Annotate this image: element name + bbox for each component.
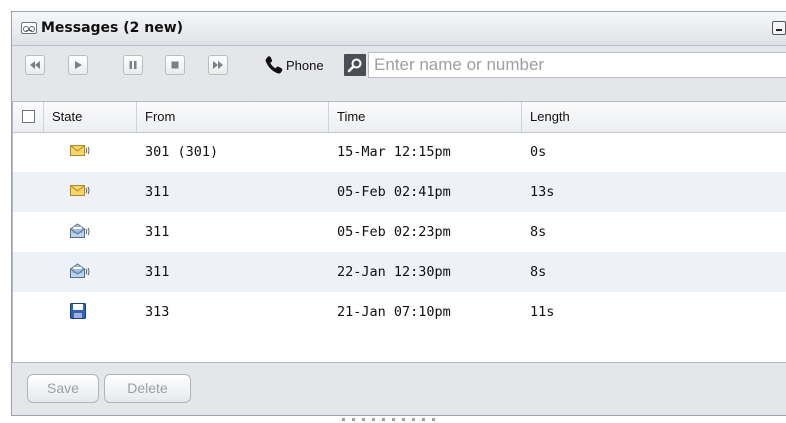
- rewind-button[interactable]: [25, 55, 45, 75]
- rewind-icon: [30, 61, 40, 69]
- time-cell: 22-Jan 12:30pm: [337, 264, 451, 280]
- select-all-column: [13, 102, 44, 132]
- play-icon: [75, 61, 82, 69]
- saved-message-icon: [70, 303, 86, 319]
- search-icon: [347, 58, 362, 73]
- new-message-icon: [70, 185, 90, 196]
- time-cell: 05-Feb 02:23pm: [337, 224, 451, 240]
- fast-forward-icon: [213, 61, 223, 69]
- panel-title: Messages (2 new): [41, 20, 184, 36]
- table-row[interactable]: 313 21-Jan 07:10pm 11s: [13, 292, 786, 332]
- phone-label: Phone: [286, 58, 324, 73]
- voicemail-icon: [21, 22, 37, 34]
- title-bar: Messages (2 new): [12, 12, 786, 46]
- time-cell: 05-Feb 02:41pm: [337, 184, 451, 200]
- search-input[interactable]: [368, 52, 786, 78]
- save-button[interactable]: Save: [27, 374, 99, 403]
- table-row[interactable]: 311 05-Feb 02:23pm 8s: [13, 212, 786, 252]
- new-message-icon: [70, 145, 90, 156]
- from-cell: 313: [145, 304, 170, 320]
- length-cell: 8s: [530, 264, 547, 280]
- length-cell: 0s: [530, 144, 547, 160]
- select-all-checkbox[interactable]: [22, 110, 35, 123]
- from-cell: 311: [145, 264, 170, 280]
- from-cell: 311: [145, 224, 170, 240]
- length-cell: 11s: [530, 304, 555, 320]
- table-row[interactable]: 311 22-Jan 12:30pm 8s: [13, 252, 786, 292]
- table-row[interactable]: 301 (301) 15-Mar 12:15pm 0s: [13, 132, 786, 172]
- play-button[interactable]: [68, 55, 88, 75]
- length-cell: 13s: [530, 184, 555, 200]
- stop-icon: [171, 61, 179, 69]
- fast-forward-button[interactable]: [208, 55, 228, 75]
- pause-icon: [129, 61, 137, 69]
- table-row[interactable]: 311 05-Feb 02:41pm 13s: [13, 172, 786, 212]
- column-header-length[interactable]: Length: [522, 102, 786, 132]
- playback-toolbar: Phone: [12, 46, 786, 82]
- stop-button[interactable]: [165, 55, 185, 75]
- pause-button[interactable]: [123, 55, 143, 75]
- delete-button[interactable]: Delete: [104, 374, 191, 403]
- length-cell: 8s: [530, 224, 547, 240]
- from-cell: 301 (301): [145, 144, 219, 160]
- phone-icon: [265, 56, 283, 74]
- column-header-state[interactable]: State: [44, 102, 137, 132]
- search-button[interactable]: [344, 54, 366, 76]
- read-message-icon: [70, 223, 90, 238]
- time-cell: 21-Jan 07:10pm: [337, 304, 451, 320]
- column-header-time[interactable]: Time: [329, 102, 522, 132]
- table-header: State From Time Length: [13, 102, 786, 133]
- minimize-button[interactable]: [772, 21, 786, 35]
- read-message-icon: [70, 263, 90, 278]
- resize-grip[interactable]: [342, 418, 437, 421]
- from-cell: 311: [145, 184, 170, 200]
- time-cell: 15-Mar 12:15pm: [337, 144, 451, 160]
- column-header-from[interactable]: From: [137, 102, 329, 132]
- messages-table: State From Time Length 301 (301) 15-Mar …: [12, 101, 786, 363]
